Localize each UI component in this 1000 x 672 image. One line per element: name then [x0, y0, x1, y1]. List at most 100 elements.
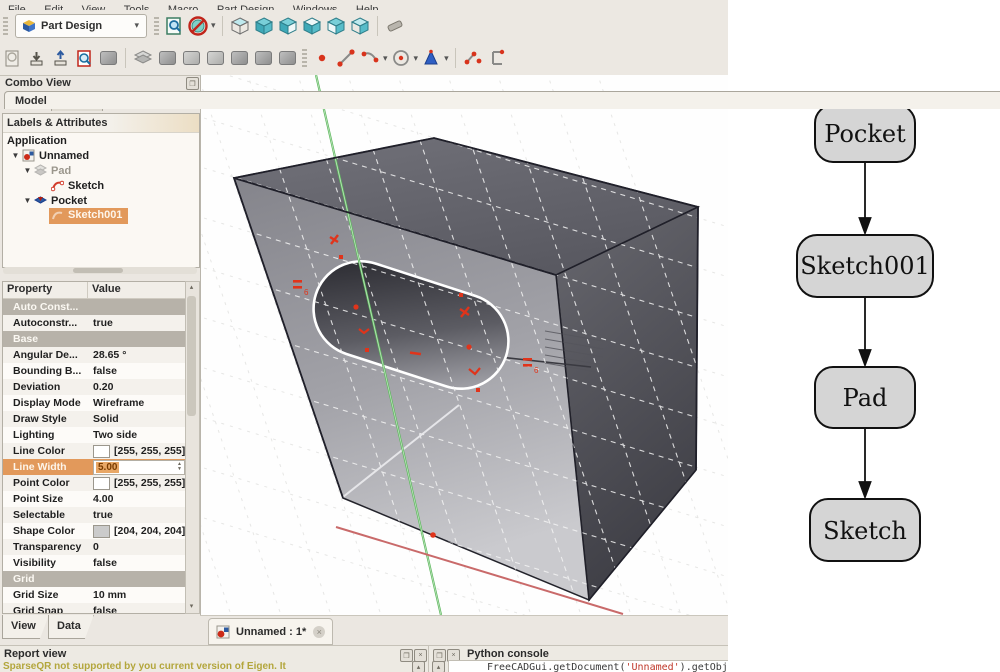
map-sketch-icon[interactable] — [96, 46, 120, 70]
workbench-cube-icon — [22, 19, 36, 33]
tree-item-application[interactable]: Application — [3, 133, 199, 148]
3d-scene: 6 6 — [201, 75, 729, 615]
cube-wire-icon[interactable] — [228, 14, 252, 38]
top-view-cube-icon[interactable] — [300, 14, 324, 38]
search-document-icon[interactable] — [162, 14, 186, 38]
property-row-selected[interactable]: Line Width 5.00▲▼ — [3, 459, 185, 475]
graph-node-sketch: Sketch — [810, 499, 920, 561]
tree-item-unnamed[interactable]: ▼ Unnamed — [3, 148, 199, 163]
additive-glyph — [231, 51, 248, 65]
graph-node-pocket: Pocket — [815, 105, 915, 162]
groove-tool-icon[interactable] — [179, 46, 203, 70]
float-panel-icon[interactable]: ❒ — [186, 77, 199, 90]
graph-node-sketch001: Sketch001 — [797, 235, 933, 297]
tree-item-sketch[interactable]: Sketch — [3, 178, 199, 193]
tree-item-sketch001[interactable]: Sketch001 — [3, 208, 199, 223]
workbench-selector[interactable]: Part Design ▾ — [15, 14, 147, 38]
close-tab-icon[interactable]: × — [313, 626, 325, 638]
front-view-cube-icon[interactable] — [276, 14, 300, 38]
property-row[interactable]: Visibilityfalse — [3, 555, 185, 571]
sketch-point — [476, 388, 480, 392]
chevron-down-icon[interactable]: ▾ — [211, 20, 216, 31]
external-geometry-icon[interactable] — [461, 46, 485, 70]
color-swatch — [93, 477, 110, 490]
value-column-header: Value — [88, 282, 125, 298]
subtractive-box-icon[interactable] — [251, 46, 275, 70]
property-row[interactable]: Line Color [255, 255, 255] — [3, 443, 185, 459]
color-swatch — [93, 445, 110, 458]
property-row[interactable]: Deviation0.20 — [3, 379, 185, 395]
property-row[interactable]: Selectabletrue — [3, 507, 185, 523]
property-row[interactable]: Point Color [255, 255, 255] — [3, 475, 185, 491]
scroll-down-icon[interactable]: ▾ — [186, 601, 197, 613]
sketch-point — [365, 348, 369, 352]
property-row[interactable]: Transparency0 — [3, 539, 185, 555]
chevron-down-icon[interactable]: ▾ — [414, 53, 419, 64]
toolbar-row-2: ▾ ▾ ▾ — [0, 41, 728, 76]
expander-icon[interactable]: ▼ — [11, 151, 20, 160]
additive-box-icon[interactable] — [227, 46, 251, 70]
revolve-glyph — [159, 51, 176, 65]
toolbar-separator — [125, 48, 126, 68]
property-group-row[interactable]: Auto Const... — [3, 299, 185, 315]
save-icon[interactable] — [0, 46, 24, 70]
circle-tool-icon[interactable] — [389, 46, 413, 70]
report-scroll-up-icon[interactable]: ▴ — [412, 661, 425, 672]
boolean-tool-icon[interactable] — [275, 46, 299, 70]
tree-item-pocket[interactable]: ▼ Pocket — [3, 193, 199, 208]
toolbar-grip[interactable] — [154, 17, 159, 35]
svg-text:Sketch001: Sketch001 — [800, 252, 930, 280]
conics-tool-icon[interactable] — [419, 46, 443, 70]
pin-tool-icon[interactable] — [203, 46, 227, 70]
scroll-up-icon[interactable]: ▴ — [186, 282, 197, 294]
tree-item-pad[interactable]: ▼ Pad — [3, 163, 199, 178]
property-row[interactable]: Shape Color [204, 204, 204] — [3, 523, 185, 539]
import-icon[interactable] — [24, 46, 48, 70]
report-view-title: Report view — [4, 648, 66, 660]
document-tab-bar: Unnamed : 1* × — [200, 615, 728, 646]
chevron-down-icon[interactable]: ▾ — [444, 53, 449, 64]
property-row[interactable]: Autoconstr...true — [3, 315, 185, 331]
document-tab[interactable]: Unnamed : 1* × — [208, 618, 333, 645]
expander-icon[interactable]: ▼ — [23, 196, 32, 205]
validate-sketch-icon[interactable] — [72, 46, 96, 70]
property-group-row[interactable]: Base — [3, 331, 185, 347]
line-width-spinbox[interactable]: 5.00▲▼ — [93, 460, 185, 475]
tab-model[interactable]: Model — [4, 91, 1000, 109]
chevron-down-icon[interactable]: ▾ — [383, 53, 388, 64]
property-row[interactable]: Angular De...28.65 ° — [3, 347, 185, 363]
3d-viewport[interactable]: 6 6 — [200, 75, 729, 615]
toolbar-separator — [455, 48, 456, 68]
property-row[interactable]: Bounding B...false — [3, 363, 185, 379]
carbon-copy-icon[interactable] — [485, 46, 509, 70]
toolbar-grip[interactable] — [3, 17, 8, 35]
revolve-tool-icon[interactable] — [155, 46, 179, 70]
spinner-arrows-icon[interactable]: ▲▼ — [177, 462, 184, 472]
property-group-row[interactable]: Grid — [3, 571, 185, 587]
axonometric-cube-icon[interactable] — [348, 14, 372, 38]
iso-view-cube-icon[interactable] — [252, 14, 276, 38]
property-row[interactable]: Grid Snapfalse — [3, 603, 185, 614]
python-console-input[interactable]: FreeCADGui.getDocument('Unnamed').getObj — [448, 660, 728, 672]
property-row[interactable]: LightingTwo side — [3, 427, 185, 443]
toolbar-grip[interactable] — [302, 49, 307, 67]
property-row[interactable]: Display ModeWireframe — [3, 395, 185, 411]
right-view-cube-icon[interactable] — [324, 14, 348, 38]
console-scroll-up-icon[interactable]: ▴ — [432, 661, 445, 672]
property-header: Property Value — [3, 282, 185, 299]
property-vertical-scrollbar[interactable]: ▴ ▾ — [185, 281, 200, 614]
arc-tool-icon[interactable] — [358, 46, 382, 70]
tree-horizontal-scrollbar[interactable] — [3, 267, 197, 274]
property-row[interactable]: Draw StyleSolid — [3, 411, 185, 427]
export-icon[interactable] — [48, 46, 72, 70]
point-tool-icon[interactable] — [310, 46, 334, 70]
line-tool-icon[interactable] — [334, 46, 358, 70]
pad-tool-icon[interactable] — [131, 46, 155, 70]
property-row[interactable]: Grid Size10 mm — [3, 587, 185, 603]
navigation-style-icon[interactable] — [186, 14, 210, 38]
expander-icon[interactable]: ▼ — [23, 166, 32, 175]
eraser-icon[interactable] — [383, 14, 407, 38]
property-row[interactable]: Point Size4.00 — [3, 491, 185, 507]
toolbar-row-1: Part Design ▾ ▾ — [0, 10, 728, 41]
graph-edges — [860, 162, 871, 497]
